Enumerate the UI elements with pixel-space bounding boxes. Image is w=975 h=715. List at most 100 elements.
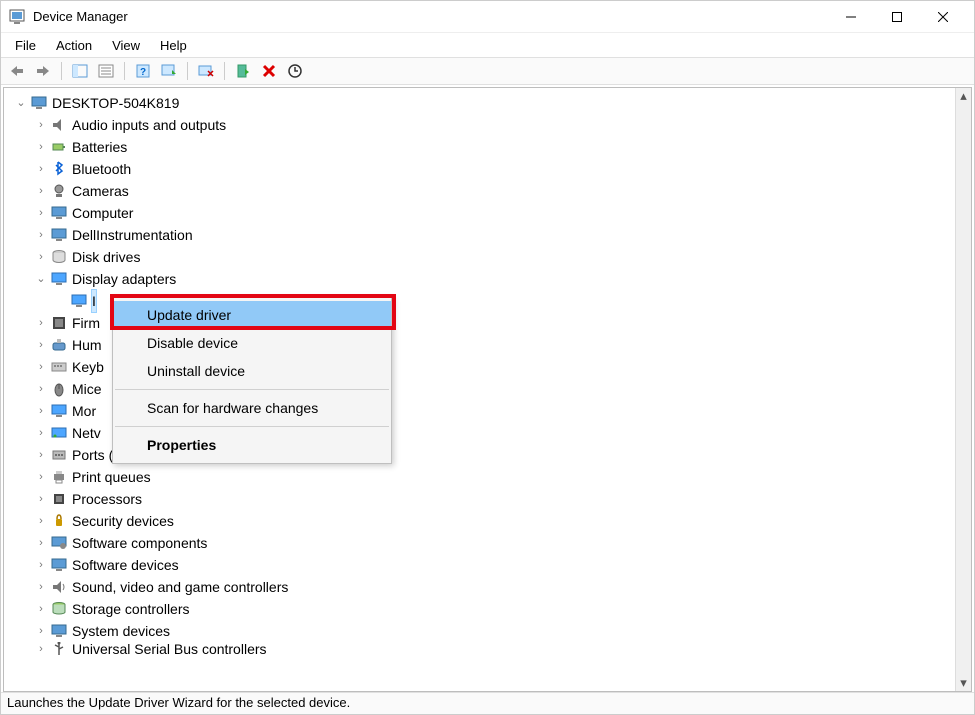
expand-icon[interactable]: › [34, 224, 48, 246]
expand-icon[interactable]: › [34, 488, 48, 510]
tree-node[interactable]: › Software components [10, 532, 955, 554]
ports-icon [50, 447, 68, 463]
tree-node[interactable]: ›Bluetooth [10, 158, 955, 180]
scroll-up-icon[interactable]: ▴ [958, 90, 970, 102]
expand-icon[interactable]: › [34, 356, 48, 378]
forward-button[interactable] [31, 60, 55, 82]
expand-icon[interactable]: › [34, 202, 48, 224]
expand-icon[interactable]: › [34, 246, 48, 268]
expand-icon[interactable]: › [34, 378, 48, 400]
tree-node-label: Sound, video and game controllers [72, 576, 288, 598]
firmware-icon [50, 315, 68, 331]
expand-icon[interactable]: › [34, 576, 48, 598]
tree-root[interactable]: ⌄DESKTOP-504K819 [10, 92, 955, 114]
expand-icon[interactable]: › [34, 114, 48, 136]
close-button[interactable] [920, 1, 966, 33]
menu-action[interactable]: Action [48, 36, 100, 55]
help-button[interactable]: ? [131, 60, 155, 82]
sound-icon [50, 579, 68, 595]
tree-node-label: System devices [72, 620, 170, 642]
expand-icon[interactable]: › [34, 136, 48, 158]
swdev-icon [50, 557, 68, 573]
ctx-uninstall-device[interactable]: Uninstall device [113, 357, 391, 385]
tree-node[interactable]: ›Storage controllers [10, 598, 955, 620]
computer-icon [30, 95, 48, 111]
tree-node-label: Universal Serial Bus controllers [72, 642, 267, 656]
expand-icon[interactable]: › [34, 510, 48, 532]
tree-view[interactable]: ⌄DESKTOP-504K819›Audio inputs and output… [3, 87, 972, 692]
tree-node[interactable]: ⌄ Display adapters [10, 268, 955, 290]
tree-node[interactable]: › DellInstrumentation [10, 224, 955, 246]
tree-node[interactable]: › Computer [10, 202, 955, 224]
tree-node-label: Disk drives [72, 246, 140, 268]
context-menu: Update driver Disable device Uninstall d… [112, 296, 392, 464]
ctx-disable-device[interactable]: Disable device [113, 329, 391, 357]
vertical-scrollbar[interactable]: ▴ ▾ [955, 88, 971, 691]
tree-node-label: Netv [72, 422, 101, 444]
expand-icon[interactable]: › [34, 620, 48, 642]
expand-icon[interactable]: › [34, 400, 48, 422]
expand-icon[interactable]: › [34, 598, 48, 620]
tree-node[interactable]: ›Batteries [10, 136, 955, 158]
keyboard-icon [50, 359, 68, 375]
tree-node[interactable]: › Disk drives [10, 246, 955, 268]
expand-icon[interactable]: › [34, 444, 48, 466]
enable-device-button[interactable] [231, 60, 255, 82]
expand-icon[interactable]: › [34, 466, 48, 488]
tree-node-label: Software components [72, 532, 207, 554]
tree-node[interactable]: › System devices [10, 620, 955, 642]
collapse-icon[interactable]: ⌄ [14, 92, 28, 114]
system-icon [50, 623, 68, 639]
minimize-button[interactable] [828, 1, 874, 33]
scan-hardware-button[interactable] [283, 60, 307, 82]
status-bar: Launches the Update Driver Wizard for th… [1, 692, 974, 714]
expand-icon[interactable]: › [34, 312, 48, 334]
display-icon [50, 271, 68, 287]
hid-icon [50, 337, 68, 353]
expand-icon[interactable]: › [34, 532, 48, 554]
toolbar-separator [187, 62, 188, 80]
tree-node-label: Computer [72, 202, 133, 224]
ctx-scan-hardware[interactable]: Scan for hardware changes [113, 394, 391, 422]
maximize-button[interactable] [874, 1, 920, 33]
tree-node[interactable]: ›Cameras [10, 180, 955, 202]
properties-button[interactable] [94, 60, 118, 82]
expand-icon[interactable]: › [34, 642, 48, 656]
show-hide-tree-button[interactable] [68, 60, 92, 82]
expand-icon[interactable]: › [34, 554, 48, 576]
tree-node[interactable]: › Audio inputs and outputs [10, 114, 955, 136]
expand-icon[interactable]: › [34, 158, 48, 180]
battery-icon [50, 139, 68, 155]
tree-node-label: DellInstrumentation [72, 224, 193, 246]
ctx-separator [115, 389, 389, 390]
menu-file[interactable]: File [7, 36, 44, 55]
tree-node[interactable]: › Sound, video and game controllers [10, 576, 955, 598]
scroll-down-icon[interactable]: ▾ [958, 677, 970, 689]
expand-icon[interactable]: › [34, 334, 48, 356]
disk-icon [50, 249, 68, 265]
tree-node-label: Display adapters [72, 268, 176, 290]
toolbar-separator [61, 62, 62, 80]
ctx-update-driver[interactable]: Update driver [113, 301, 391, 329]
tree-node[interactable]: ›Software devices [10, 554, 955, 576]
toolbar-separator [224, 62, 225, 80]
dell-icon [50, 227, 68, 243]
tree-node[interactable]: ›Security devices [10, 510, 955, 532]
expand-icon[interactable]: ⌄ [34, 268, 48, 290]
menu-view[interactable]: View [104, 36, 148, 55]
ctx-properties[interactable]: Properties [113, 431, 391, 459]
tree-node[interactable]: ›Print queues [10, 466, 955, 488]
mouse-icon [50, 381, 68, 397]
tree-node[interactable]: › Universal Serial Bus controllers [10, 642, 955, 656]
tree-node-label: Audio inputs and outputs [72, 114, 226, 136]
disable-device-button[interactable] [194, 60, 218, 82]
svg-text:?: ? [140, 67, 146, 78]
printer-icon [50, 469, 68, 485]
back-button[interactable] [5, 60, 29, 82]
menu-help[interactable]: Help [152, 36, 195, 55]
update-driver-button[interactable] [157, 60, 181, 82]
expand-icon[interactable]: › [34, 422, 48, 444]
expand-icon[interactable]: › [34, 180, 48, 202]
uninstall-device-button[interactable] [257, 60, 281, 82]
tree-node[interactable]: ›Processors [10, 488, 955, 510]
